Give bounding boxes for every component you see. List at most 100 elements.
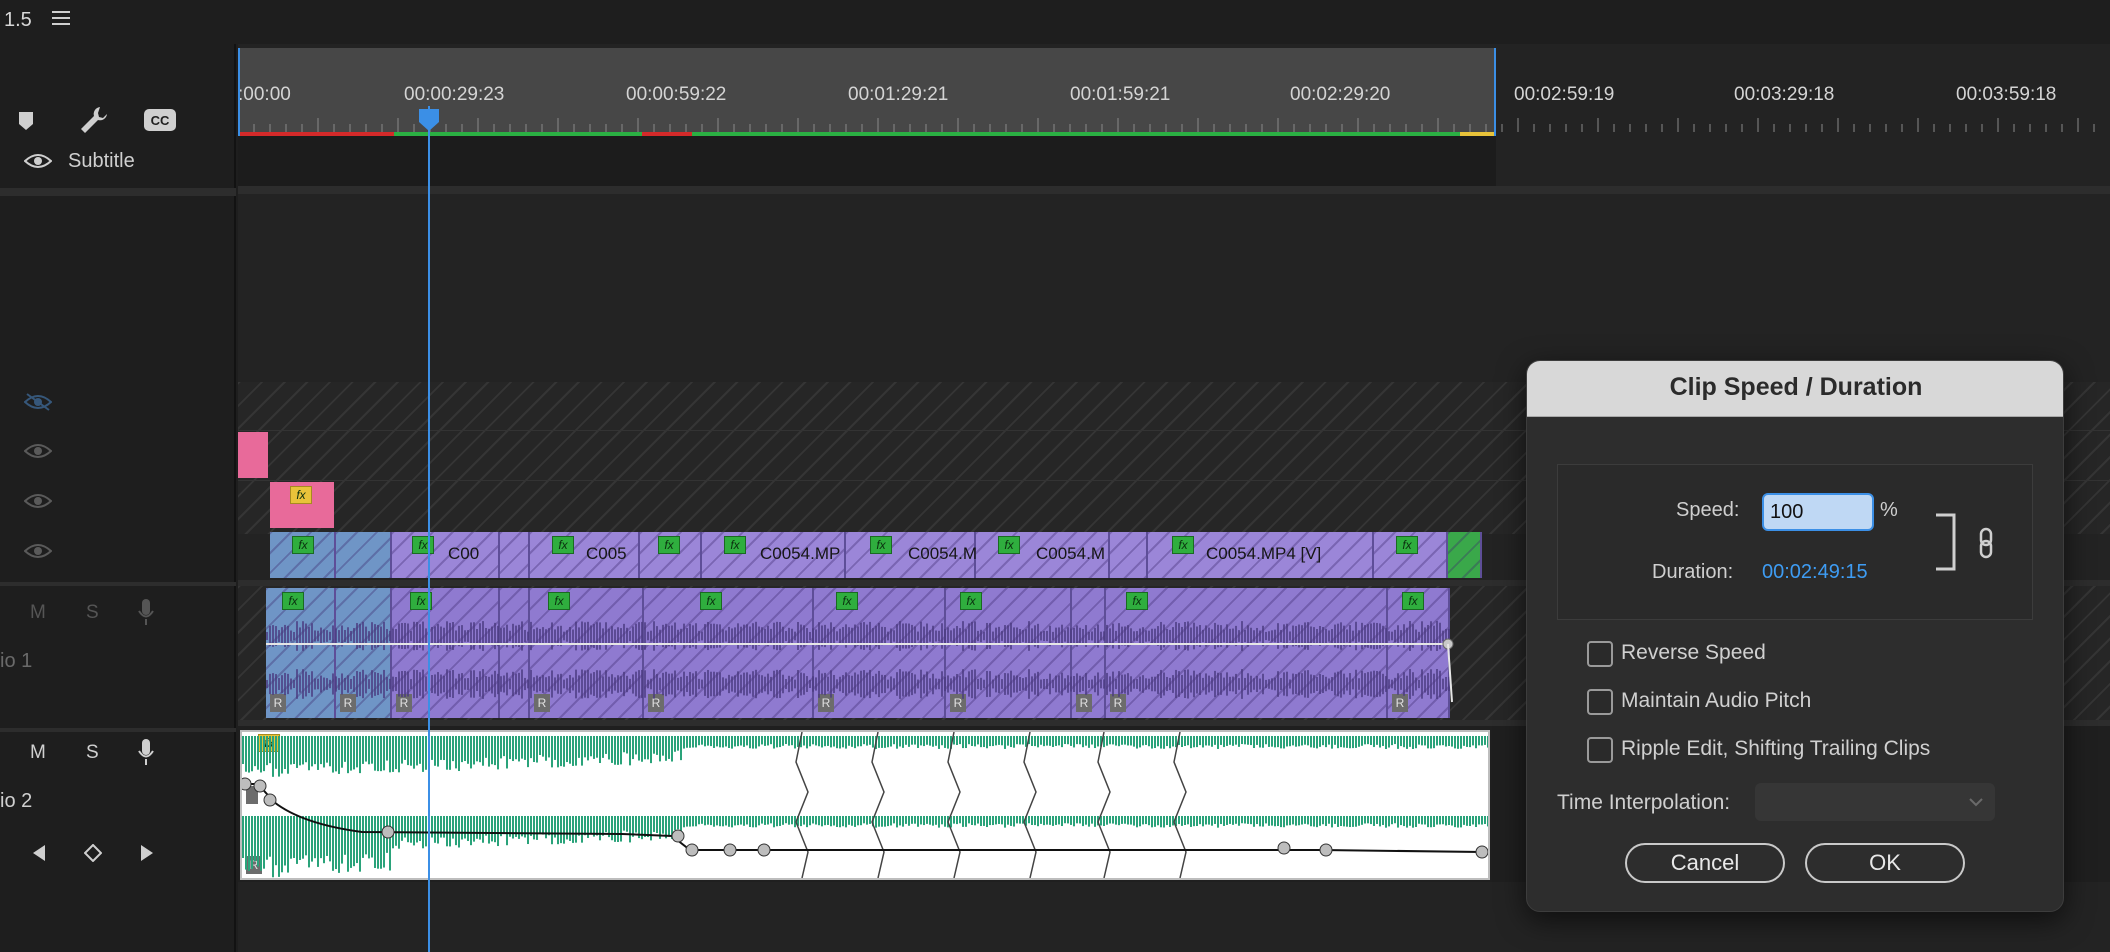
speed-duration-group: Speed: % Duration: 00:02:49:15 <box>1557 464 2033 620</box>
clip-name: C005 <box>586 544 627 563</box>
clip-name: C0054.M <box>1036 544 1105 563</box>
fx-badge: fx <box>1172 536 1194 554</box>
chain-link-icon[interactable] <box>1976 527 1996 559</box>
fx-badge: fx <box>548 592 570 610</box>
mute-button[interactable]: M <box>30 602 46 624</box>
video-clip[interactable] <box>500 532 530 578</box>
timecode-label: 00:00:59:22 <box>626 84 727 105</box>
ripple-edit-label: Ripple Edit, Shifting Trailing Clips <box>1621 737 1931 760</box>
fx-badge: fx <box>1396 536 1418 554</box>
solo-button[interactable]: S <box>86 602 99 624</box>
fx-badge: fx <box>282 592 304 610</box>
video-clip[interactable] <box>1110 532 1148 578</box>
svg-text:CC: CC <box>151 113 170 128</box>
wrench-settings-icon[interactable] <box>78 104 110 136</box>
work-area-out-handle[interactable] <box>1494 48 1496 136</box>
closed-captions-icon[interactable]: CC <box>143 108 177 132</box>
fx-badge: fx <box>412 536 434 554</box>
fx-badge: fx <box>1402 592 1424 610</box>
track-divider <box>0 188 236 196</box>
timecode-label: 00:03:29:18 <box>1734 84 1835 105</box>
next-keyframe-icon[interactable] <box>140 844 154 862</box>
ok-button[interactable]: OK <box>1805 843 1965 883</box>
video-clip[interactable]: fx C0054.M <box>846 532 977 578</box>
link-bracket-icon <box>1936 513 1956 571</box>
dialog-titlebar[interactable]: Clip Speed / Duration <box>1527 361 2063 417</box>
timecode-label: 00:02:59:19 <box>1514 84 1615 105</box>
speed-label: Speed: <box>1676 499 1740 521</box>
speed-unit-label: % <box>1880 499 1898 521</box>
graphic-clip[interactable]: fx <box>270 482 334 528</box>
track-divider <box>0 582 236 586</box>
video-clip[interactable]: fx C0054.M <box>976 532 1110 578</box>
track-divider <box>238 186 2110 194</box>
track-header-panel: CC Subtitle M S io 1 M S io 2 <box>0 44 236 952</box>
video-clip[interactable]: fx <box>1374 532 1448 578</box>
duration-label: Duration: <box>1652 561 1734 583</box>
video-clip[interactable]: fx C00 <box>392 532 500 578</box>
fx-badge: fx <box>960 592 982 610</box>
sequence-zoom-label: 1.5 <box>4 9 32 31</box>
clip-speed-duration-dialog: Clip Speed / Duration Speed: % Duration:… <box>1526 360 2064 912</box>
video-clip[interactable] <box>336 532 392 578</box>
subtitle-track-label: Subtitle <box>68 150 135 172</box>
video-clip[interactable]: fx <box>640 532 702 578</box>
fx-badge: fx <box>552 536 574 554</box>
fx-badge: fx <box>290 486 312 504</box>
add-keyframe-icon[interactable] <box>84 844 102 862</box>
ripple-edit-checkbox[interactable] <box>1587 737 1613 763</box>
audio-1-track-name: io 1 <box>0 650 33 672</box>
duration-value[interactable]: 00:02:49:15 <box>1762 561 1868 584</box>
hamburger-menu-icon[interactable] <box>52 11 70 25</box>
clip-name: C0054.MP <box>760 544 841 563</box>
timecode-label: 00:01:59:21 <box>1070 84 1171 105</box>
eye-hidden-icon[interactable] <box>24 393 52 411</box>
fx-badge: fx <box>292 536 314 554</box>
video-clip[interactable]: fx <box>270 532 336 578</box>
mute-button[interactable]: M <box>30 742 46 764</box>
track-divider <box>0 728 236 732</box>
time-ruler[interactable]: :00:00 00:00:29:23 00:00:59:22 00:01:29:… <box>238 44 2110 136</box>
previous-keyframe-icon[interactable] <box>32 844 46 862</box>
fx-badge: fx <box>724 536 746 554</box>
eye-icon[interactable] <box>24 442 52 460</box>
timecode-label: :00:00 <box>238 84 291 105</box>
video-clip[interactable] <box>1448 532 1482 578</box>
cancel-button[interactable]: Cancel <box>1625 843 1785 883</box>
microphone-icon[interactable] <box>138 738 154 766</box>
video-clip[interactable]: fx C005 <box>530 532 640 578</box>
playhead-handle-icon[interactable] <box>418 108 440 132</box>
eye-icon[interactable] <box>24 492 52 510</box>
eye-icon[interactable] <box>24 152 52 170</box>
work-area-in-handle[interactable] <box>238 48 240 136</box>
solo-button[interactable]: S <box>86 742 99 764</box>
microphone-icon[interactable] <box>138 598 154 626</box>
playhead-line[interactable] <box>428 106 430 952</box>
maintain-audio-pitch-checkbox[interactable] <box>1587 689 1613 715</box>
speed-input[interactable] <box>1762 493 1874 531</box>
eye-icon[interactable] <box>24 542 52 560</box>
reverse-speed-checkbox[interactable] <box>1587 641 1613 667</box>
timecode-label: 00:00:29:23 <box>404 84 505 105</box>
reverse-speed-label: Reverse Speed <box>1621 641 1766 664</box>
video-clip[interactable]: fx C0054.MP4 [V] <box>1148 532 1374 578</box>
fx-badge: fx <box>836 592 858 610</box>
chevron-down-icon <box>1969 798 1983 807</box>
fx-badge: fx <box>700 592 722 610</box>
subtitle-track-lane[interactable] <box>238 136 1496 186</box>
top-bar: 1.5 <box>0 0 2110 44</box>
video-clip[interactable]: fx C0054.MP <box>702 532 846 578</box>
maintain-audio-pitch-label: Maintain Audio Pitch <box>1621 689 1812 712</box>
clip-name: C0054.MP4 [V] <box>1206 544 1322 563</box>
graphic-clip[interactable] <box>238 432 268 478</box>
timecode-label: 00:03:59:18 <box>1956 84 2057 105</box>
fx-badge: fx <box>658 536 680 554</box>
clip-name: C0054.M <box>908 544 977 563</box>
timecode-label: 00:02:29:20 <box>1290 84 1391 105</box>
dialog-title: Clip Speed / Duration <box>1669 373 1923 401</box>
fx-badge: fx <box>998 536 1020 554</box>
clip-name: C00 <box>448 544 480 563</box>
timecode-label: 00:01:29:21 <box>848 84 949 105</box>
add-marker-icon[interactable] <box>16 110 36 132</box>
time-interpolation-select[interactable] <box>1755 783 1995 821</box>
